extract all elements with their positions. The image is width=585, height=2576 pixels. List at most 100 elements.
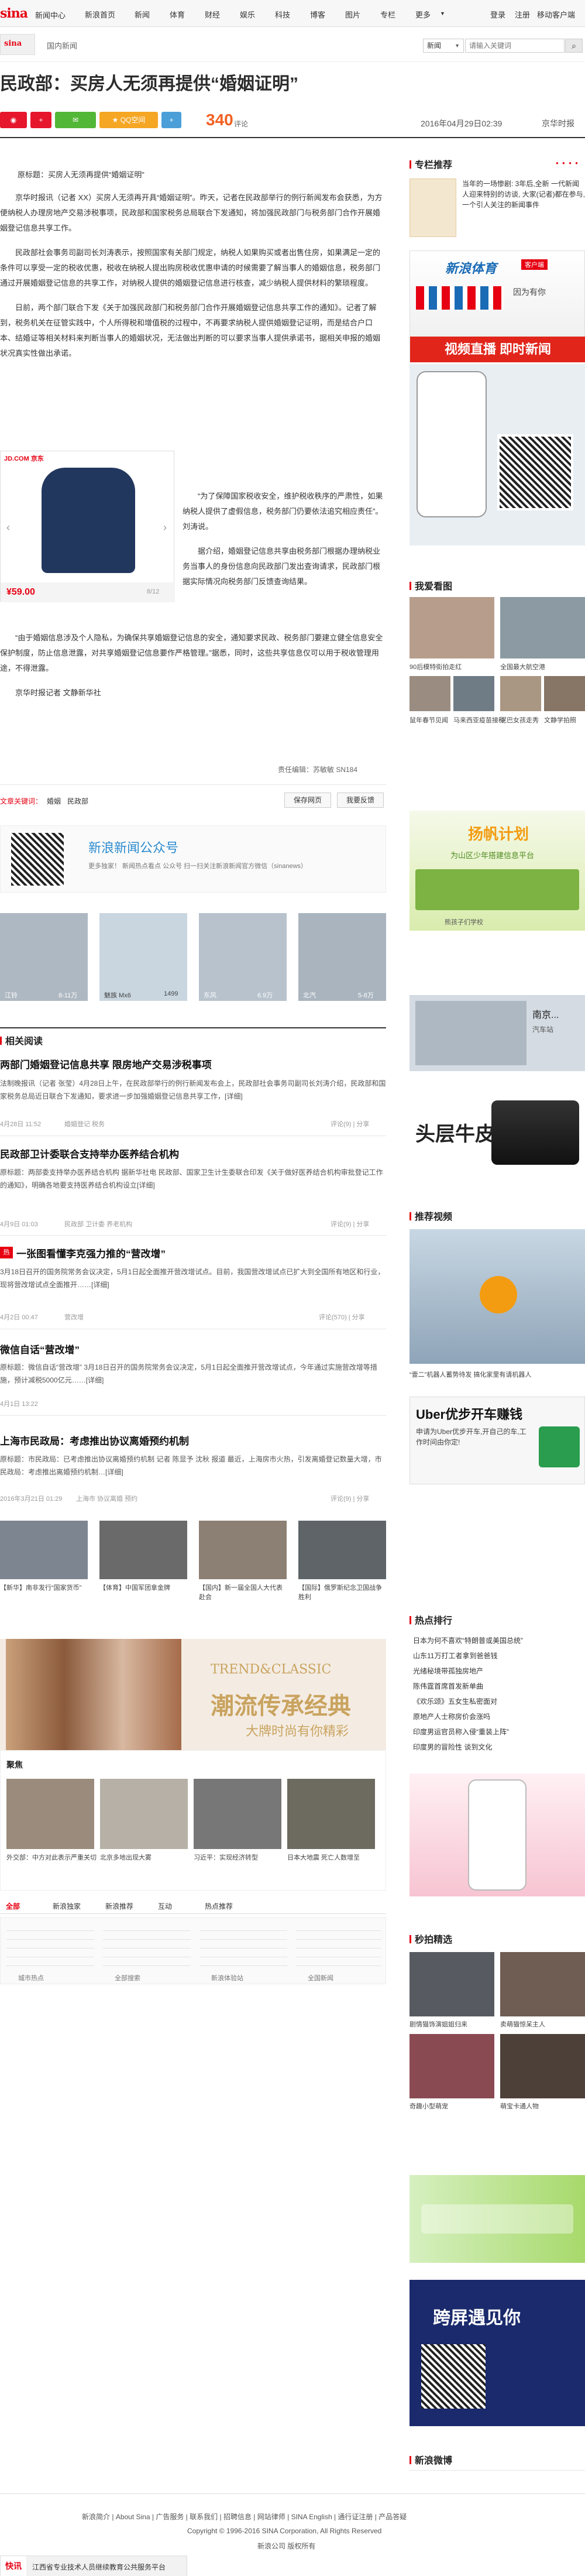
car-thumb[interactable] <box>199 913 287 1001</box>
related-item-tags[interactable]: 营改增 <box>64 1312 84 1322</box>
app-ad-block[interactable] <box>410 364 585 546</box>
hot2-item[interactable]: 原地产人士称房价会涨吗 <box>413 1709 585 1724</box>
news-ticker[interactable]: 快讯 江西省专业技术人员继续教育公共服务平台 <box>0 2556 187 2576</box>
related-item-tags[interactable]: 上海市 协议离婚 预约 <box>76 1494 137 1503</box>
fresh-thumb[interactable] <box>410 1952 494 2016</box>
beauty-ad[interactable] <box>410 1774 585 1896</box>
fresh-caption[interactable]: 奇趣小型萌宠 <box>410 2101 448 2111</box>
focus-caption[interactable]: 外交部：中方对此表示严重关切 <box>6 1853 97 1862</box>
fresh-thumb[interactable] <box>500 2034 585 2098</box>
link-grid-col[interactable] <box>199 1922 287 1969</box>
login-link[interactable]: 登录 <box>490 9 505 20</box>
video-caption[interactable]: “壹二”机器人蓄势待发 搞化家里有请机器人 <box>410 1370 531 1379</box>
qzone-share-button[interactable]: ★ QQ空间 <box>99 112 158 128</box>
related-item-ops[interactable]: 评论(9) | 分享 <box>331 1219 369 1229</box>
nav-item-finance[interactable]: 财经 <box>205 9 220 20</box>
link-grid-col[interactable] <box>6 1922 94 1969</box>
next-arrow-icon[interactable]: › <box>163 522 167 534</box>
watch-thumb[interactable] <box>500 597 585 658</box>
report-button[interactable]: 我要反馈 <box>337 793 384 808</box>
tab-all[interactable]: 全部 <box>6 1901 20 1911</box>
carousel-dots-icon[interactable]: ● ● ● ● <box>556 160 579 166</box>
nav-item-more[interactable]: 更多 <box>415 9 431 20</box>
weibo-follow-button[interactable]: + <box>30 112 51 128</box>
nav-item-tech[interactable]: 科技 <box>275 9 290 20</box>
article-source[interactable]: 京华时报 <box>542 118 574 129</box>
footer-link[interactable]: 通行证注册 <box>338 2513 373 2521</box>
danmu-ad[interactable] <box>410 2175 585 2263</box>
tab-interactive[interactable]: 互动 <box>158 1901 172 1911</box>
footer-link[interactable]: SINA English <box>291 2513 332 2521</box>
mobile-client-link[interactable]: 移动客户端 <box>537 9 575 20</box>
column-thumb[interactable] <box>410 179 456 237</box>
watch-thumb[interactable] <box>410 597 494 658</box>
watch-thumb[interactable] <box>500 676 541 711</box>
footer-link[interactable]: 联系我们 <box>190 2513 218 2521</box>
footer-link[interactable]: About Sina <box>116 2513 150 2521</box>
prev-arrow-icon[interactable]: ‹ <box>6 522 10 534</box>
column-text[interactable]: 当年的一场惨剧: 3年后,全新 一代新闻人迎来特别的访谈, 大家(记者)都在参与… <box>462 179 585 210</box>
photo-thumb[interactable] <box>298 1521 386 1579</box>
watch-caption[interactable]: 90后模特街拍走红 <box>410 662 462 671</box>
uber-ad[interactable]: Uber优步开车赚钱 申请为Uber优步开车,开自己的车,工作时间由你定! <box>410 1397 585 1484</box>
related-item-tags[interactable]: 婚姻登记 税务 <box>64 1119 105 1128</box>
watch-caption[interactable]: 泥巴女孩走秀 <box>500 715 539 725</box>
top3-ad[interactable]: 头层牛皮 <box>410 1095 585 1171</box>
hot2-item[interactable]: 日本为何不喜欢“特朗普或美国总统” <box>413 1633 585 1648</box>
focus-thumb[interactable] <box>100 1779 188 1849</box>
ticker-text[interactable]: 江西省专业技术人员继续教育公共服务平台 <box>32 2562 166 2572</box>
focus-thumb[interactable] <box>194 1779 281 1849</box>
nav-item-ent[interactable]: 娱乐 <box>240 9 255 20</box>
link-grid-col[interactable] <box>103 1922 191 1969</box>
focus-caption[interactable]: 习近平：实现经济转型 <box>194 1853 258 1862</box>
car-ad-side[interactable]: 南京... 汽车站 <box>410 995 585 1071</box>
jd-shirt-ad[interactable]: JD.COM 京东 ‹ › ¥59.00 8/12 <box>0 451 175 602</box>
hot2-item[interactable]: 《欢乐颂》五女生私密面对 <box>413 1694 585 1709</box>
sina-logo[interactable]: sina <box>0 6 28 21</box>
focus-caption[interactable]: 北京多地出现大雾 <box>100 1853 152 1862</box>
nav-item-news[interactable]: 新闻 <box>135 9 150 20</box>
sina-sports-ad[interactable]: 新浪体育 客户端 因为有你 视频直播 即时新闻 <box>410 251 585 362</box>
video-thumb[interactable] <box>410 1229 585 1364</box>
comment-count[interactable]: 340 <box>206 111 233 129</box>
related-item-ops[interactable]: 评论(9) | 分享 <box>331 1494 369 1503</box>
watch-caption[interactable]: 鼠年春节见闻 <box>410 715 448 725</box>
breadcrumb[interactable]: 国内新闻 <box>47 40 77 51</box>
hot2-item[interactable]: 印度男的冒险性 谈到文化 <box>413 1740 585 1755</box>
related-item-ops[interactable]: 评论(570) | 分享 <box>319 1312 365 1322</box>
weibo-share-button[interactable]: ◉ <box>0 112 27 128</box>
related-item-title[interactable]: 民政部卫计委联合支持举办医养结合机构 <box>0 1146 179 1161</box>
more-share-button[interactable]: + <box>161 112 181 128</box>
search-icon[interactable]: ⌕ <box>565 39 583 53</box>
sina-news-logo[interactable]: sina <box>0 34 35 55</box>
link-grid-label[interactable]: 新浪体验站 <box>211 1973 243 1982</box>
search-input[interactable] <box>465 39 565 53</box>
focus-caption[interactable]: 日本大地震 死亡人数增至 <box>287 1853 360 1862</box>
related-item-title[interactable]: 微信自话“营改增” <box>0 1342 80 1356</box>
related-item-title[interactable]: 两部门婚姻登记信息共享 限房地产交易涉税事项 <box>0 1057 212 1071</box>
photo-thumb[interactable] <box>99 1521 187 1579</box>
watch-thumb[interactable] <box>544 676 585 711</box>
tab-exclusive[interactable]: 新浪独家 <box>53 1901 81 1911</box>
tab-recommend[interactable]: 新浪推荐 <box>105 1901 133 1911</box>
watch-thumb[interactable] <box>410 676 450 711</box>
related-item-title[interactable]: 上海市民政局：考虑推出协议离婚预约机制 <box>0 1433 189 1448</box>
footer-link[interactable]: 网站律师 <box>257 2513 285 2521</box>
related-item-ops[interactable]: 评论(9) | 分享 <box>331 1119 369 1128</box>
photo-label[interactable]: 【国内】新一届全国人大代表赴会 <box>199 1583 287 1601</box>
photo-label[interactable]: 【体育】中国军团拿金牌 <box>99 1583 187 1592</box>
nav-item-column[interactable]: 专栏 <box>380 9 395 20</box>
photo-label[interactable]: 【新华】南非发行“国家货币” <box>0 1583 88 1592</box>
photo-thumb[interactable] <box>0 1521 88 1579</box>
watch-caption[interactable]: 全国最大航空港 <box>500 662 545 671</box>
fashion-banner-ad[interactable]: TREND&CLASSIC 潮流传承经典 大牌时尚有你精彩 <box>0 1639 386 1750</box>
hot2-item[interactable]: 陈伟霆首席首发新单曲 <box>413 1679 585 1694</box>
related-item-tags[interactable]: 民政部 卫计委 养老机构 <box>64 1219 132 1229</box>
car-thumb[interactable] <box>0 913 88 1001</box>
hot2-item[interactable]: 山东11万打工者拿到爸爸钱 <box>413 1648 585 1663</box>
footer-link[interactable]: 新浪简介 <box>82 2513 110 2521</box>
nav-item-sports[interactable]: 体育 <box>170 9 185 20</box>
footer-link[interactable]: 招聘信息 <box>223 2513 252 2521</box>
keyword-tag[interactable]: 民政部 <box>67 796 88 806</box>
tab-hot[interactable]: 热点推荐 <box>205 1901 233 1911</box>
